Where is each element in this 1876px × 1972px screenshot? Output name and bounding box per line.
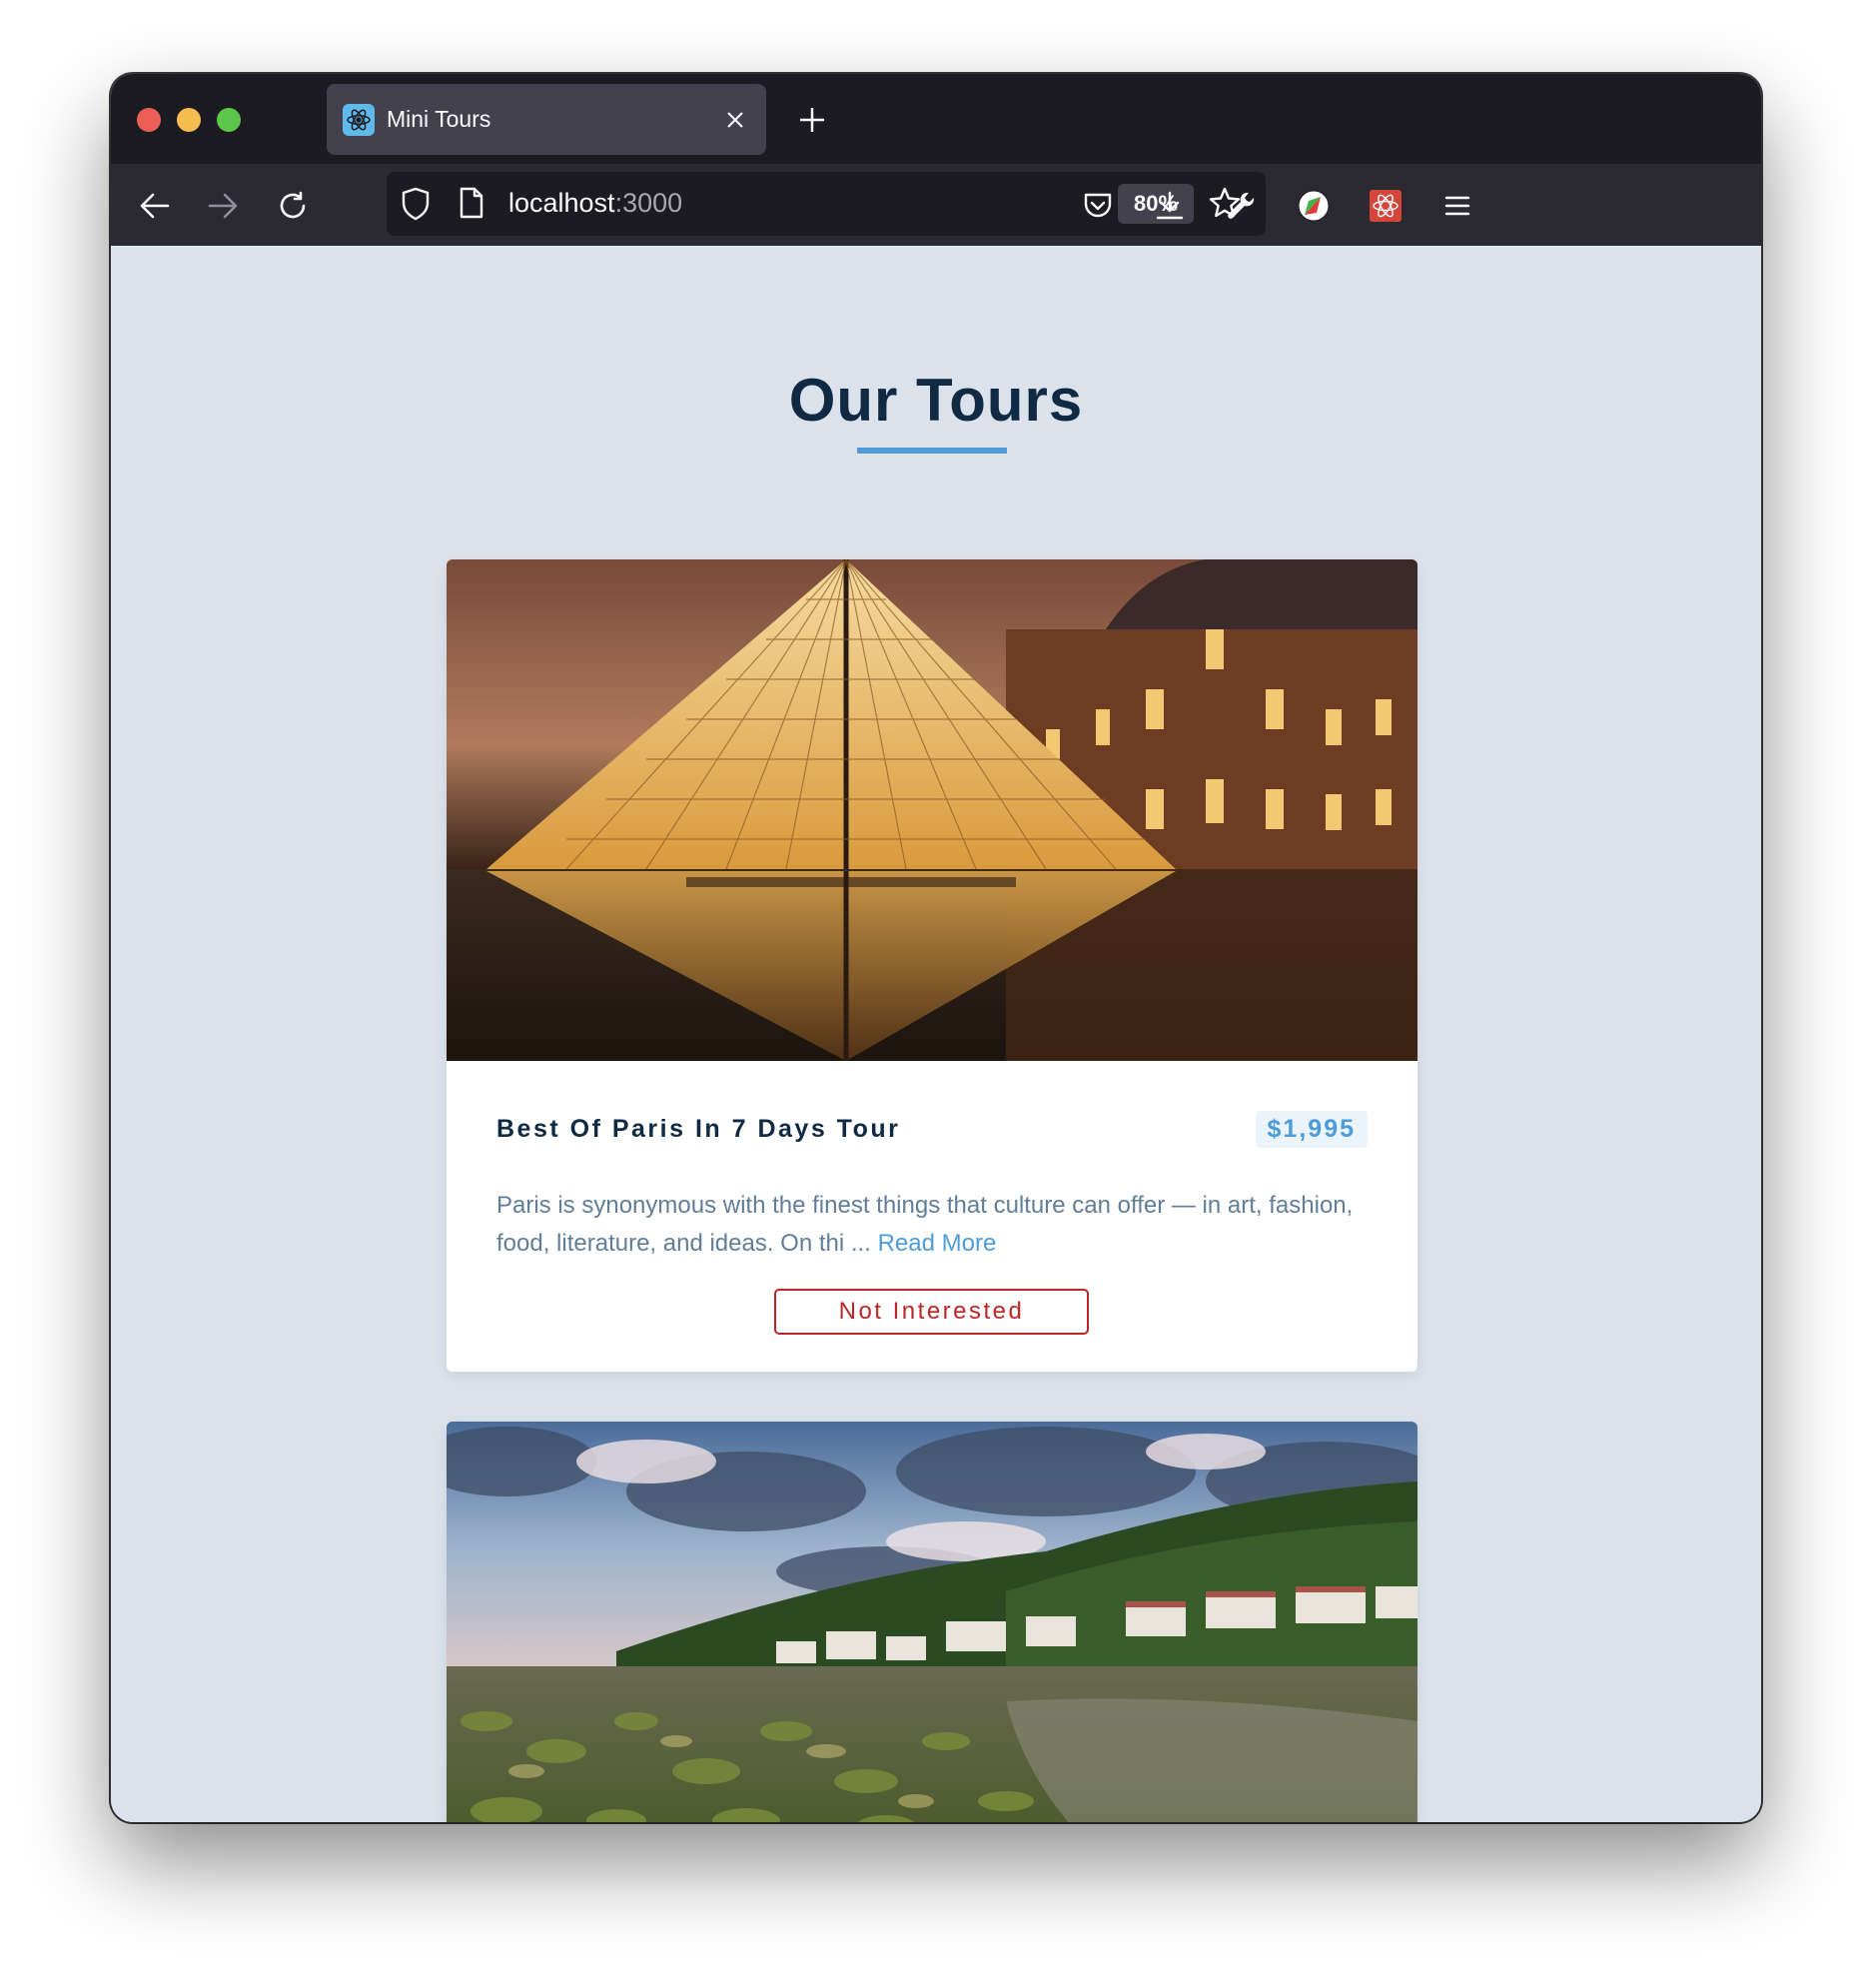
page-title: Our Tours [788, 367, 1084, 434]
navigation-toolbar: localhost:3000 80% [111, 164, 1761, 246]
close-window-button[interactable] [137, 108, 161, 132]
not-interested-button[interactable]: Not Interested [774, 1289, 1089, 1335]
pocket-icon[interactable] [1076, 184, 1120, 228]
page-content: Our Tours Best Of Paris In 7 Days Tour $… [111, 246, 1761, 1822]
shield-icon[interactable] [401, 187, 431, 226]
back-arrow-icon[interactable] [133, 184, 177, 228]
url-port: :3000 [614, 188, 683, 218]
react-devtools-icon[interactable] [1364, 184, 1407, 228]
plus-icon[interactable] [790, 98, 834, 142]
url-bar[interactable]: localhost:3000 80% [387, 172, 1266, 236]
tour-price: $1,995 [1255, 1110, 1368, 1148]
tour-card [447, 1422, 1417, 1822]
title-underline [857, 448, 1007, 454]
wrench-icon[interactable] [1220, 184, 1264, 228]
reload-icon[interactable] [271, 184, 315, 228]
page-icon [459, 187, 484, 224]
maximize-window-button[interactable] [217, 108, 241, 132]
minimize-window-button[interactable] [177, 108, 201, 132]
tour-card: Best Of Paris In 7 Days Tour $1,995 Pari… [447, 559, 1417, 1372]
url-text[interactable]: localhost:3000 [508, 188, 682, 219]
react-favicon-icon [343, 103, 375, 136]
read-more-link[interactable]: Read More [878, 1230, 997, 1257]
extension-icon[interactable] [1292, 184, 1336, 228]
forward-arrow-icon[interactable] [201, 184, 245, 228]
tour-image-coast [447, 1422, 1417, 1822]
tour-info-row: Best Of Paris In 7 Days Tour $1,995 [496, 1109, 1368, 1149]
menu-icon[interactable] [1435, 184, 1479, 228]
download-icon[interactable] [1148, 184, 1192, 228]
tab-title: Mini Tours [387, 106, 491, 132]
tab-mini-tours[interactable]: Mini Tours [327, 84, 766, 155]
tour-description: Paris is synonymous with the finest thin… [496, 1187, 1368, 1263]
tour-name: Best Of Paris In 7 Days Tour [496, 1114, 901, 1143]
close-icon[interactable] [720, 105, 750, 135]
tour-image-louvre [447, 559, 1417, 1061]
browser-window: Mini Tours localhost:3000 80% Our Tours … [111, 74, 1761, 1822]
tab-strip: Mini Tours [111, 74, 1761, 164]
url-host: localhost [508, 188, 615, 218]
